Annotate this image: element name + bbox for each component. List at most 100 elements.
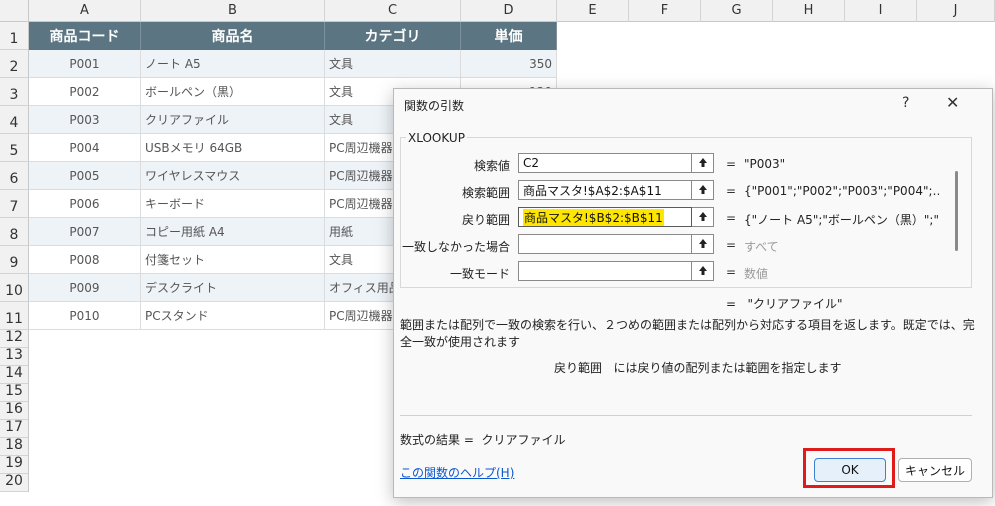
row-header[interactable]: 6 xyxy=(0,162,29,190)
collapse-dialog-button[interactable] xyxy=(692,180,714,200)
table-header-cell[interactable]: 商品コード xyxy=(29,22,141,50)
lookup-array-input[interactable]: 商品マスタ!$A$2:$A$11 xyxy=(518,180,692,200)
table-cell-code[interactable]: P002 xyxy=(29,78,141,106)
table-cell-code[interactable]: P004 xyxy=(29,134,141,162)
table-cell-code[interactable]: P001 xyxy=(29,50,141,78)
row-header[interactable]: 13 xyxy=(0,347,29,366)
column-header-f[interactable]: F xyxy=(629,0,701,22)
match-mode-input[interactable] xyxy=(518,261,692,281)
table-cell-name[interactable]: PCスタンド xyxy=(141,302,325,330)
function-help-link[interactable]: この関数のヘルプ(H) xyxy=(400,464,514,481)
arg-label-match-mode: 一致モード xyxy=(449,267,510,281)
row-header[interactable]: 7 xyxy=(0,190,29,218)
column-header-j[interactable]: J xyxy=(917,0,995,22)
arg-equals: = xyxy=(726,265,737,279)
formula-result-label: 数式の結果 = xyxy=(400,433,474,447)
select-all-corner[interactable] xyxy=(0,0,29,22)
arrow-up-icon xyxy=(698,185,707,194)
table-cell-category[interactable]: 文具 xyxy=(325,50,461,78)
column-header-e[interactable]: E xyxy=(557,0,629,22)
column-header-i[interactable]: I xyxy=(845,0,917,22)
cancel-button[interactable]: キャンセル xyxy=(898,458,972,482)
if-not-found-input[interactable] xyxy=(518,234,692,254)
argument-help-text: には戻り値の配列または範囲を指定します xyxy=(613,361,842,375)
row-header[interactable]: 3 xyxy=(0,78,29,106)
row-header[interactable]: 15 xyxy=(0,383,29,402)
row-header[interactable]: 18 xyxy=(0,437,29,456)
help-icon[interactable]: ? xyxy=(902,95,909,111)
table-header-cell[interactable]: カテゴリ xyxy=(325,22,461,50)
row-header[interactable]: 12 xyxy=(0,329,29,348)
table-cell-name[interactable]: ワイヤレスマウス xyxy=(141,162,325,190)
arg-evaluated-value: 数値 xyxy=(744,267,769,281)
divider xyxy=(400,415,972,416)
arrow-up-icon xyxy=(698,212,707,221)
column-header-g[interactable]: G xyxy=(701,0,773,22)
collapse-dialog-button[interactable] xyxy=(692,153,714,173)
lookup-value-input[interactable]: C2 xyxy=(518,153,692,173)
arg-evaluated-value: "P003" xyxy=(744,157,786,171)
table-cell-name[interactable]: コピー用紙 A4 xyxy=(141,218,325,246)
table-cell-code[interactable]: P009 xyxy=(29,274,141,302)
dialog-title: 関数の引数 xyxy=(404,99,465,113)
function-result-preview: = "クリアファイル" xyxy=(726,295,843,312)
table-cell-name[interactable]: デスクライト xyxy=(141,274,325,302)
return-array-input[interactable]: 商品マスタ!$B$2:$B$11 xyxy=(518,207,692,227)
arg-equals: = xyxy=(726,211,737,225)
argument-description: 戻り範囲 には戻り値の配列または範囲を指定します xyxy=(554,359,841,376)
arg-evaluated-value: {"P001";"P002";"P003";"P004";… xyxy=(744,184,939,198)
collapse-dialog-button[interactable] xyxy=(692,234,714,254)
table-cell-name[interactable]: ボールペン（黒） xyxy=(141,78,325,106)
row-header[interactable]: 5 xyxy=(0,134,29,162)
column-header-c[interactable]: C xyxy=(325,0,461,22)
arrow-up-icon xyxy=(698,239,707,248)
arguments-scrollbar[interactable] xyxy=(955,171,958,251)
row-header[interactable]: 14 xyxy=(0,365,29,384)
row-header[interactable]: 17 xyxy=(0,419,29,438)
row-header[interactable]: 10 xyxy=(0,274,29,302)
row-header[interactable]: 8 xyxy=(0,218,29,246)
arg-evaluated-value: すべて xyxy=(744,240,779,254)
row-header[interactable]: 20 xyxy=(0,473,29,492)
table-cell-name[interactable]: 付箋セット xyxy=(141,246,325,274)
formula-result-value: クリアファイル xyxy=(481,433,566,447)
column-header-d[interactable]: D xyxy=(461,0,557,22)
table-cell-code[interactable]: P007 xyxy=(29,218,141,246)
table-header-cell[interactable]: 単価 xyxy=(461,22,557,50)
column-header-a[interactable]: A xyxy=(29,0,141,22)
collapse-dialog-button[interactable] xyxy=(692,261,714,281)
argument-name: 戻り範囲 xyxy=(554,361,603,375)
table-cell-code[interactable]: P010 xyxy=(29,302,141,330)
table-cell-code[interactable]: P006 xyxy=(29,190,141,218)
table-cell-name[interactable]: ノート A5 xyxy=(141,50,325,78)
row-header[interactable]: 19 xyxy=(0,455,29,474)
column-header-h[interactable]: H xyxy=(773,0,845,22)
close-icon[interactable]: ✕ xyxy=(946,93,959,112)
arg-label-lookup-array: 検索範囲 xyxy=(461,186,510,200)
function-description: 範囲または配列で一致の検索を行い、２つめの範囲または配列から対応する項目を返しま… xyxy=(400,318,975,349)
ok-button[interactable]: OK xyxy=(814,458,886,482)
row-header[interactable]: 2 xyxy=(0,50,29,78)
function-arguments-dialog: 関数の引数 ? ✕ XLOOKUP 検索値 C2 = "P003" 検索範囲 商… xyxy=(393,88,993,498)
table-cell-code[interactable]: P008 xyxy=(29,246,141,274)
result-equals: = xyxy=(726,297,737,311)
table-header-cell[interactable]: 商品名 xyxy=(141,22,325,50)
row-header[interactable]: 4 xyxy=(0,106,29,134)
table-cell-name[interactable]: キーボード xyxy=(141,190,325,218)
table-cell-price[interactable]: 350 xyxy=(461,50,557,78)
arg-label-if-not-found: 一致しなかった場合 xyxy=(402,240,511,254)
row-header[interactable]: 11 xyxy=(0,302,29,330)
row-header[interactable]: 9 xyxy=(0,246,29,274)
column-header-b[interactable]: B xyxy=(141,0,325,22)
function-name: XLOOKUP xyxy=(406,131,467,145)
input-text: C2 xyxy=(523,156,540,170)
table-cell-name[interactable]: USBメモリ 64GB xyxy=(141,134,325,162)
row-header[interactable]: 16 xyxy=(0,401,29,420)
table-cell-code[interactable]: P003 xyxy=(29,106,141,134)
table-cell-name[interactable]: クリアファイル xyxy=(141,106,325,134)
arrow-up-icon xyxy=(698,266,707,275)
collapse-dialog-button[interactable] xyxy=(692,207,714,227)
table-cell-code[interactable]: P005 xyxy=(29,162,141,190)
row-header[interactable]: 1 xyxy=(0,22,29,50)
arg-equals: = xyxy=(726,238,737,252)
